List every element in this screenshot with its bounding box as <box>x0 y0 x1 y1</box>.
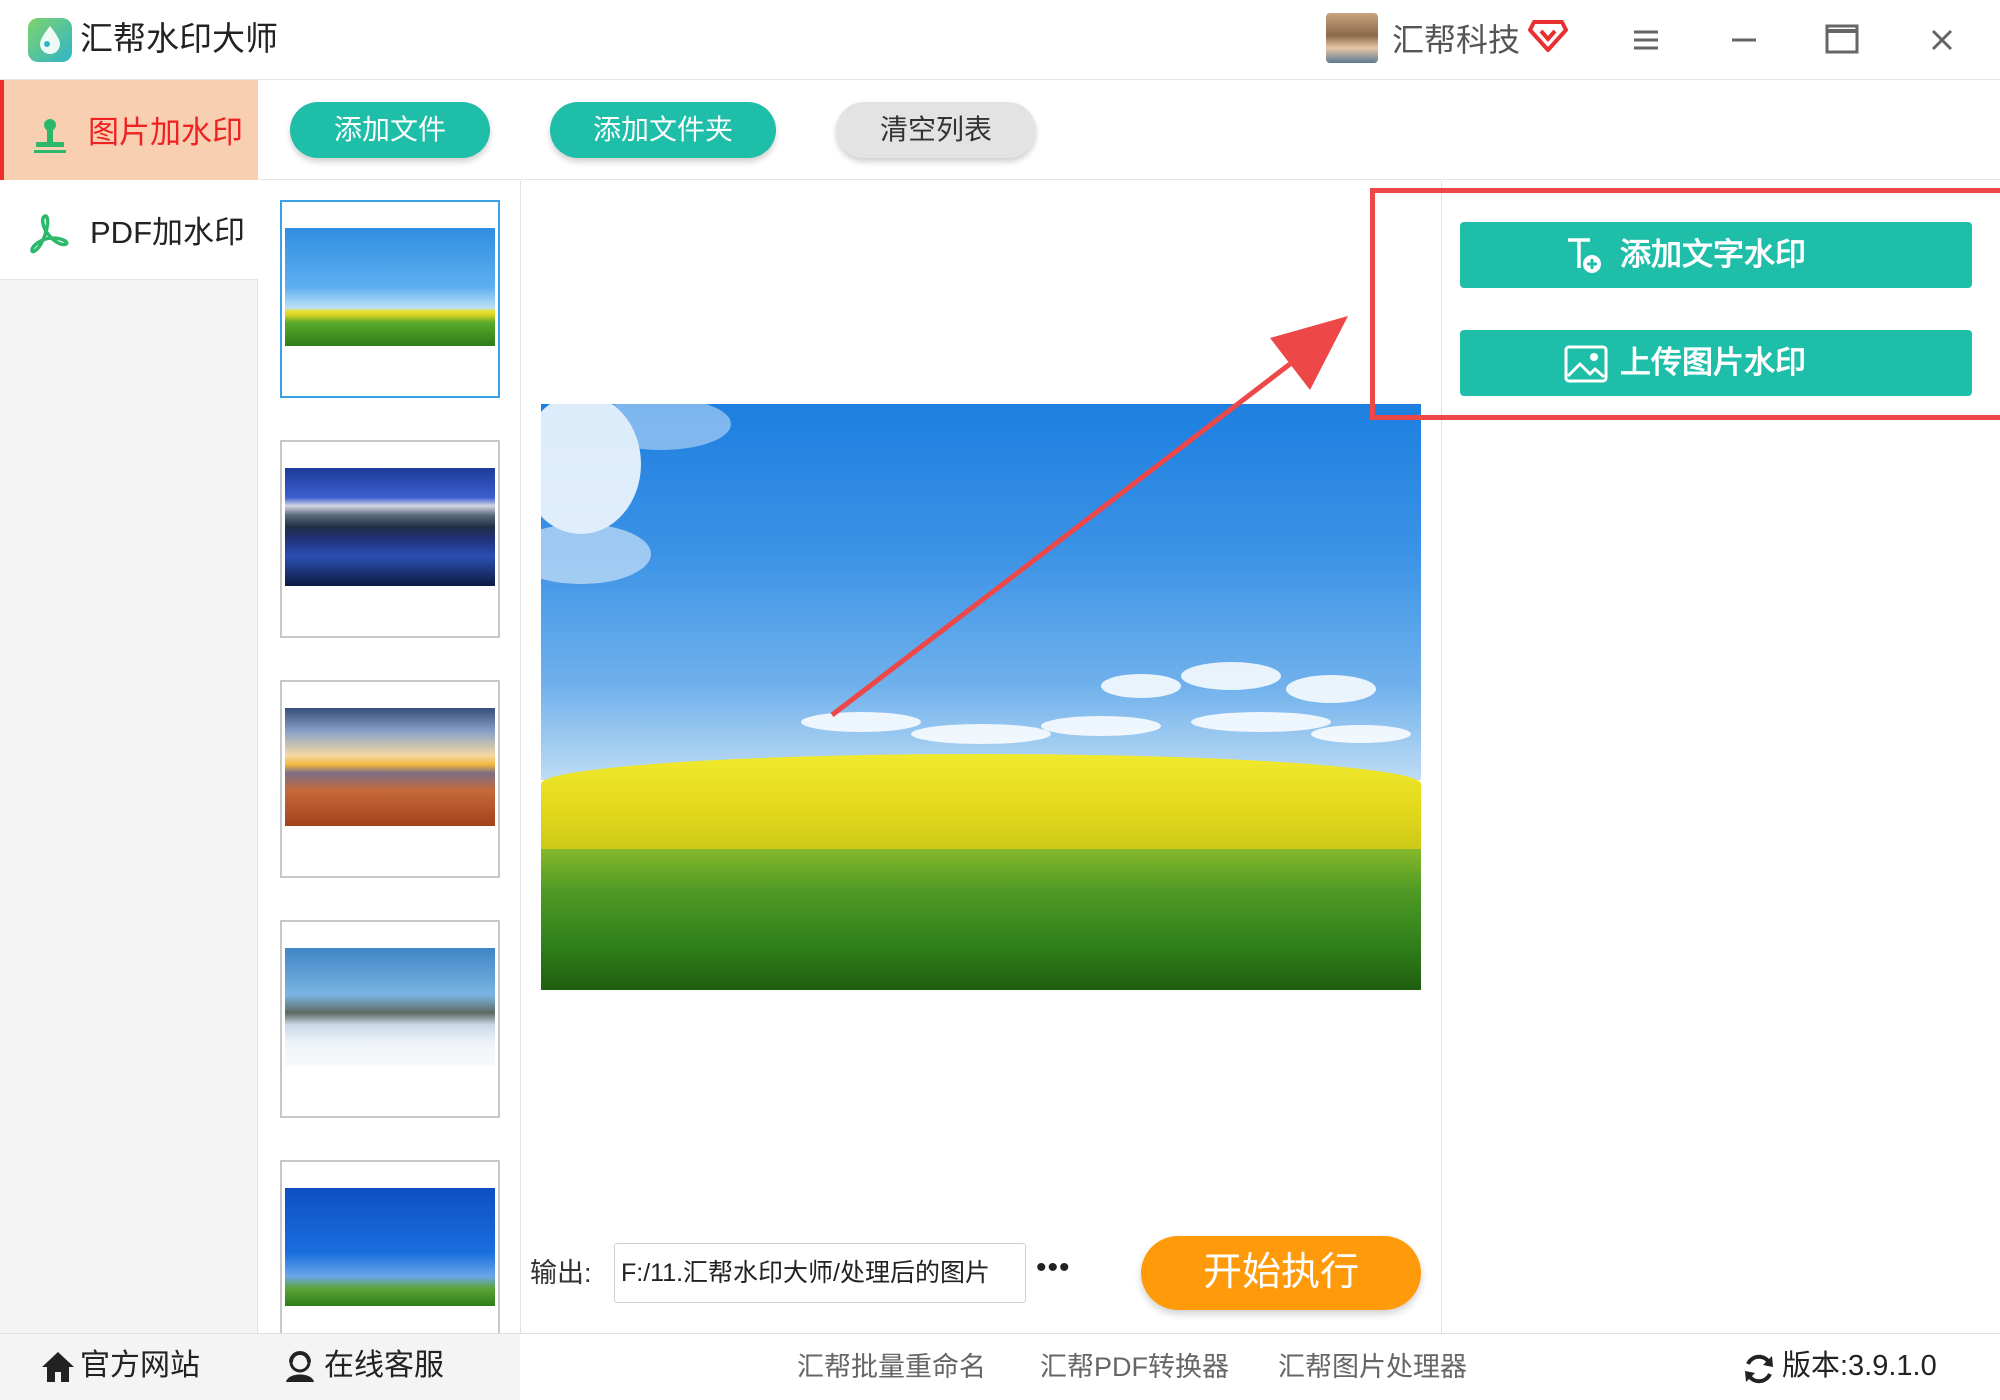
preview-image <box>541 404 1421 990</box>
thumbnail-image <box>285 708 495 826</box>
sidebar-item-label[interactable]: PDF加水印 <box>90 212 245 254</box>
thumbnail-beach-sunset[interactable] <box>280 680 500 878</box>
minimize-icon[interactable] <box>1720 16 1768 64</box>
support-icon[interactable] <box>282 1350 318 1389</box>
output-path-field[interactable]: F:/11.汇帮水印大师/处理后的图片 <box>614 1243 1026 1303</box>
maximize-icon[interactable] <box>1818 16 1866 64</box>
vip-diamond-icon[interactable] <box>1528 14 1568 54</box>
app-title: 汇帮水印大师 <box>80 20 278 57</box>
thumbnail-image <box>285 468 495 586</box>
sidebar-item-label[interactable]: 图片加水印 <box>88 112 243 154</box>
start-button[interactable]: 开始执行 <box>1141 1236 1421 1310</box>
footer-link-pdf-converter[interactable]: 汇帮PDF转换器 <box>1040 1348 1229 1386</box>
thumbnail-mountain-lake[interactable] <box>280 440 500 638</box>
thumbnail-image <box>285 948 495 1066</box>
official-site-link[interactable]: 官方网站 <box>80 1346 200 1386</box>
clear-list-button[interactable]: 清空列表 <box>836 102 1036 158</box>
menu-icon[interactable] <box>1622 16 1670 64</box>
title-bar <box>0 0 2000 80</box>
output-label: 输出: <box>530 1258 592 1288</box>
app-logo-icon <box>28 18 72 62</box>
home-icon[interactable] <box>40 1350 76 1389</box>
thumbnail-tree-sky[interactable] <box>280 1160 500 1358</box>
toolbar <box>259 80 2000 180</box>
thumbnail-image <box>285 1188 495 1306</box>
annotation-highlight-box <box>1370 188 2000 420</box>
add-file-button[interactable]: 添加文件 <box>290 102 490 158</box>
close-icon[interactable] <box>1918 16 1966 64</box>
stamp-icon <box>30 116 70 161</box>
thumbnail-image <box>285 228 495 346</box>
refresh-icon[interactable] <box>1742 1352 1776 1391</box>
version-label: 版本:3.9.1.0 <box>1782 1350 1937 1382</box>
user-name[interactable]: 汇帮科技 <box>1392 18 1520 62</box>
more-options-icon[interactable]: ••• <box>1036 1253 1076 1288</box>
footer-link-batch-rename[interactable]: 汇帮批量重命名 <box>797 1348 986 1386</box>
avatar[interactable] <box>1326 13 1378 63</box>
online-support-link[interactable]: 在线客服 <box>324 1346 444 1386</box>
pdf-icon <box>26 212 70 261</box>
add-folder-button[interactable]: 添加文件夹 <box>550 102 776 158</box>
thumbnail-meadow[interactable] <box>280 200 500 398</box>
footer-link-image-processor[interactable]: 汇帮图片处理器 <box>1278 1348 1467 1386</box>
thumbnail-snow-trees[interactable] <box>280 920 500 1118</box>
